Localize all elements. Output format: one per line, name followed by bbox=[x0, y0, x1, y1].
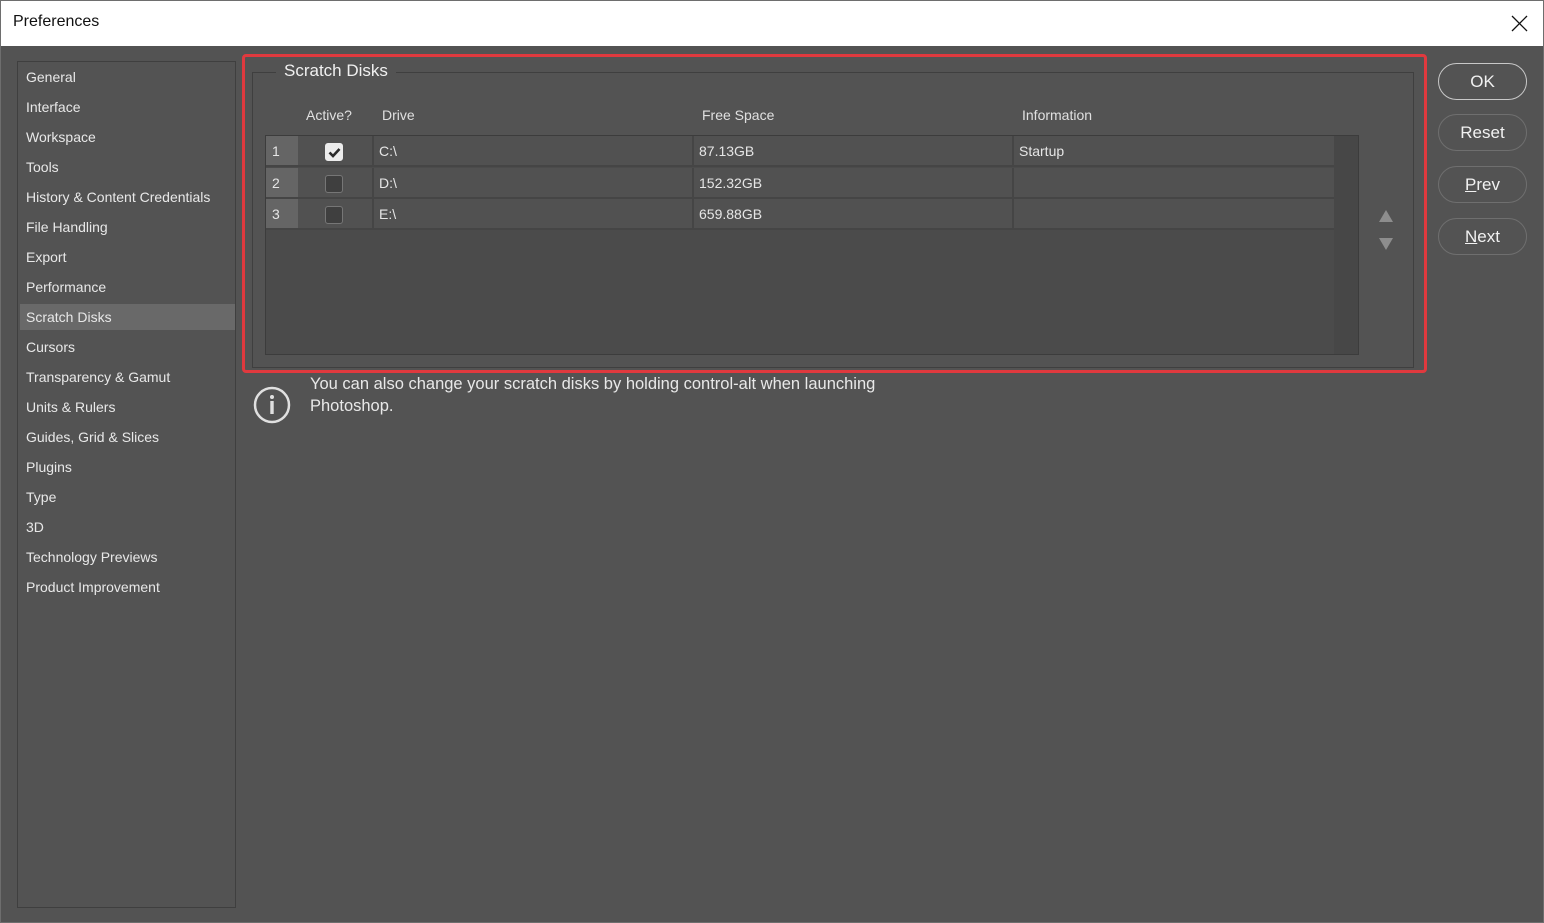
info-icon bbox=[253, 386, 291, 424]
sidebar-item-history-content-credentials[interactable]: History & Content Credentials bbox=[20, 184, 235, 210]
window-title: Preferences bbox=[13, 13, 100, 30]
sidebar-item-performance[interactable]: Performance bbox=[20, 274, 235, 300]
close-button[interactable] bbox=[1497, 1, 1543, 46]
highlight-frame bbox=[242, 54, 1427, 373]
next-mnemonic: N bbox=[1465, 227, 1478, 246]
title-bar: Preferences bbox=[1, 1, 1543, 46]
sidebar-item-general[interactable]: General bbox=[20, 64, 235, 90]
sidebar-item-file-handling[interactable]: File Handling bbox=[20, 214, 235, 240]
sidebar-item-scratch-disks[interactable]: Scratch Disks bbox=[20, 304, 235, 330]
reset-button[interactable]: Reset bbox=[1438, 114, 1527, 151]
sidebar-item-transparency-gamut[interactable]: Transparency & Gamut bbox=[20, 364, 235, 390]
ok-button[interactable]: OK bbox=[1438, 63, 1527, 100]
sidebar-item-workspace[interactable]: Workspace bbox=[20, 124, 235, 150]
close-icon bbox=[1511, 15, 1528, 32]
preferences-sidebar: General Interface Workspace Tools History & … bbox=[17, 61, 236, 908]
sidebar-item-technology-previews[interactable]: Technology Previews bbox=[20, 544, 235, 570]
sidebar-item-units-rulers[interactable]: Units & Rulers bbox=[20, 394, 235, 420]
preferences-dialog: Preferences General Interface Workspace Too… bbox=[0, 0, 1544, 923]
next-button[interactable]: Next bbox=[1438, 218, 1527, 255]
sidebar-item-guides-grid-slices[interactable]: Guides, Grid & Slices bbox=[20, 424, 235, 450]
sidebar-item-export[interactable]: Export bbox=[20, 244, 235, 270]
sidebar-item-tools[interactable]: Tools bbox=[20, 154, 235, 180]
prev-button[interactable]: Prev bbox=[1438, 166, 1527, 203]
next-label: ext bbox=[1477, 227, 1500, 246]
info-message: You can also change your scratch disks b… bbox=[310, 375, 876, 415]
prev-label: rev bbox=[1476, 175, 1500, 194]
prev-mnemonic: P bbox=[1465, 175, 1477, 194]
sidebar-item-plugins[interactable]: Plugins bbox=[20, 454, 235, 480]
sidebar-item-type[interactable]: Type bbox=[20, 484, 235, 510]
sidebar-item-product-improvement[interactable]: Product Improvement bbox=[20, 574, 235, 600]
sidebar-item-cursors[interactable]: Cursors bbox=[20, 334, 235, 360]
sidebar-item-interface[interactable]: Interface bbox=[20, 94, 235, 120]
sidebar-item-3d[interactable]: 3D bbox=[20, 514, 235, 540]
